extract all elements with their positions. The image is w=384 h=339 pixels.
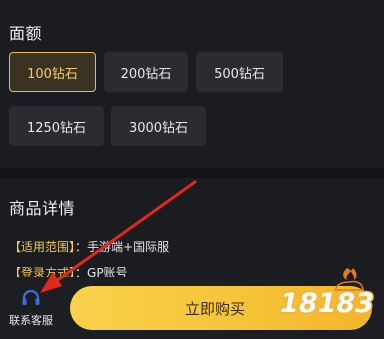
buy-now-label: 立即购买 bbox=[184, 299, 245, 318]
detail-scope-key: 【适用范围】 bbox=[9, 240, 76, 254]
headset-icon bbox=[21, 289, 41, 307]
denomination-option-500[interactable]: 500钻石 bbox=[196, 52, 283, 92]
denomination-option-label: 200钻石 bbox=[120, 66, 172, 82]
page: 面额 100钻石 200钻石 500钻石 1250钻石 3000钻石 商品详情 … bbox=[0, 0, 384, 339]
buy-now-button[interactable]: 立即购买 bbox=[70, 286, 372, 330]
denomination-option-3000[interactable]: 3000钻石 bbox=[111, 106, 206, 146]
denomination-card: 面额 100钻石 200钻石 500钻石 1250钻石 3000钻石 bbox=[0, 0, 384, 168]
denomination-option-200[interactable]: 200钻石 bbox=[104, 52, 188, 92]
denomination-option-label: 500钻石 bbox=[214, 66, 265, 82]
customer-service-label: 联系客服 bbox=[9, 313, 53, 327]
detail-scope-value: ：手游端+国际服 bbox=[75, 240, 170, 254]
detail-scope: 【适用范围】：手游端+国际服 bbox=[9, 238, 169, 255]
bottom-action-bar: 联系客服 立即购买 bbox=[0, 277, 384, 339]
customer-service-button[interactable]: 联系客服 bbox=[0, 277, 62, 339]
denomination-option-label: 3000钻石 bbox=[128, 120, 189, 136]
denomination-option-label: 100钻石 bbox=[27, 66, 78, 82]
denomination-option-1250[interactable]: 1250钻石 bbox=[9, 106, 104, 146]
denomination-option-label: 1250钻石 bbox=[26, 120, 87, 136]
denomination-title: 面额 bbox=[9, 24, 43, 43]
product-details-title: 商品详情 bbox=[9, 199, 76, 218]
denomination-option-100[interactable]: 100钻石 bbox=[9, 52, 96, 92]
